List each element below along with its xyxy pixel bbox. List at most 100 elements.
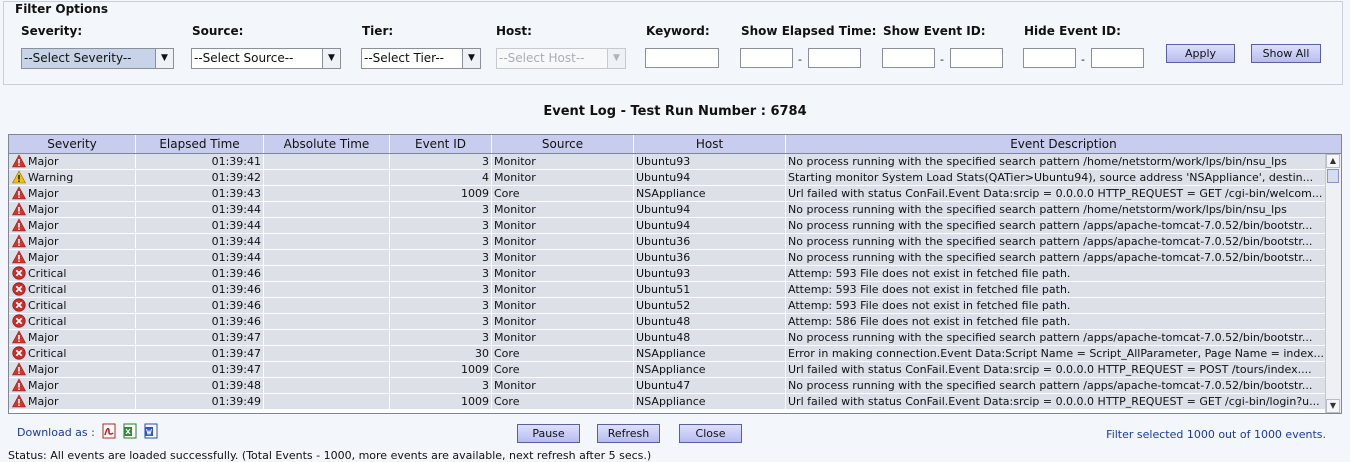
column-header-absolute-time[interactable]: Absolute Time [264,135,390,153]
cell-absolute [264,218,390,234]
table-row[interactable]: Major 01:39:47 3 Monitor Ubuntu48 No process … [9,330,1326,346]
cell-absolute [264,378,390,394]
column-header-host[interactable]: Host [634,135,786,153]
column-header-severity[interactable]: Severity [9,135,136,153]
cell-source: Monitor [494,171,536,184]
severity-text: Major [28,155,59,168]
cell-event-id: 3 [482,299,489,312]
table-row[interactable]: Critical 01:39:46 3 Monitor Ubuntu52 Attemp: … [9,298,1326,314]
cell-severity: Critical [9,298,136,314]
scroll-up-icon[interactable]: ▲ [1326,154,1340,168]
cell-severity: Major [9,154,136,170]
table-row[interactable]: Major 01:39:44 3 Monitor Ubuntu36 No process … [9,234,1326,250]
severity-label: Severity: [21,24,83,38]
major-icon [12,218,26,232]
table-row[interactable]: Major 01:39:48 3 Monitor Ubuntu47 No process … [9,378,1326,394]
cell-elapsed: 01:39:46 [211,315,261,328]
cell-desc: No process running with the specified se… [788,251,1313,264]
cell-severity: Major [9,218,136,234]
cell-source: Monitor [494,235,536,248]
column-divider [135,154,136,413]
cell-severity: Critical [9,314,136,330]
cell-host: NSAppliance [636,363,706,376]
table-row[interactable]: Major 01:39:49 1009 Core NSAppliance Url fail… [9,394,1326,410]
cell-host: Ubuntu94 [636,171,691,184]
table-row[interactable]: Warning 01:39:42 4 Monitor Ubuntu94 Starting … [9,170,1326,186]
cell-severity: Warning [9,170,136,186]
cell-severity: Major [9,234,136,250]
critical-icon [12,346,26,360]
excel-icon[interactable] [123,423,137,439]
table-row[interactable]: Critical 01:39:46 3 Monitor Ubuntu51 Attemp: … [9,282,1326,298]
tier-select[interactable]: --Select Tier-- ▼ [361,48,481,69]
pdf-icon[interactable] [102,423,116,439]
cell-host: Ubuntu47 [636,379,691,392]
refresh-button[interactable]: Refresh [597,424,660,443]
word-icon[interactable] [144,423,158,439]
table-row[interactable]: Major 01:39:47 1009 Core NSAppliance Url fail… [9,362,1326,378]
cell-absolute [264,186,390,202]
table-row[interactable]: Major 01:39:44 3 Monitor Ubuntu94 No process … [9,218,1326,234]
column-header-source[interactable]: Source [492,135,634,153]
major-icon [12,378,26,392]
cell-event-id: 4 [482,171,489,184]
keyword-label: Keyword: [646,24,710,38]
cell-host: Ubuntu93 [636,155,691,168]
cell-source: Core [494,363,520,376]
cell-severity: Major [9,362,136,378]
column-header-event-id[interactable]: Event ID [390,135,492,153]
column-header-event-description[interactable]: Event Description [786,135,1341,153]
host-select[interactable]: --Select Host-- ▼ [496,48,626,69]
cell-source: Monitor [494,331,536,344]
apply-button[interactable]: Apply [1166,44,1235,63]
column-header-elapsed-time[interactable]: Elapsed Time [136,135,264,153]
chevron-down-icon: ▼ [462,49,480,68]
cell-event-id: 3 [482,331,489,344]
hide-event-id-to-input[interactable] [1091,48,1144,68]
scroll-down-icon[interactable]: ▼ [1326,399,1340,413]
show-all-button[interactable]: Show All [1251,44,1321,63]
table-row[interactable]: Critical 01:39:46 3 Monitor Ubuntu93 Attemp: … [9,266,1326,282]
hide-event-id-from-input[interactable] [1023,48,1076,68]
severity-text: Critical [28,315,67,328]
cell-desc: No process running with the specified se… [788,203,1287,216]
table-row[interactable]: Major 01:39:43 1009 Core NSAppliance Url fail… [9,186,1326,202]
range-separator: - [940,53,944,66]
cell-elapsed: 01:39:47 [211,331,261,344]
severity-select[interactable]: --Select Severity-- ▼ [21,48,174,69]
cell-host: Ubuntu51 [636,283,691,296]
cell-absolute [264,250,390,266]
scrollbar-thumb[interactable] [1327,169,1339,183]
close-button[interactable]: Close [679,424,742,443]
event-id-from-input[interactable] [882,48,935,68]
cell-source: Monitor [494,315,536,328]
vertical-scrollbar[interactable]: ▲ ▼ [1325,154,1341,413]
table-row[interactable]: Major 01:39:44 3 Monitor Ubuntu36 No process … [9,250,1326,266]
table-row[interactable]: Critical 01:39:46 3 Monitor Ubuntu48 Attemp: … [9,314,1326,330]
severity-text: Major [28,187,59,200]
cell-host: Ubuntu52 [636,299,691,312]
severity-text: Major [28,331,59,344]
keyword-input[interactable] [645,48,719,68]
major-icon [12,394,26,408]
cell-source: Monitor [494,251,536,264]
column-divider [491,154,492,413]
table-row[interactable]: Major 01:39:44 3 Monitor Ubuntu94 No process … [9,202,1326,218]
severity-text: Critical [28,283,67,296]
elapsed-time-to-input[interactable] [808,48,861,68]
cell-event-id: 3 [482,235,489,248]
pause-button[interactable]: Pause [517,424,580,443]
cell-absolute [264,202,390,218]
cell-elapsed: 01:39:44 [211,203,261,216]
cell-severity: Major [9,330,136,346]
table-row[interactable]: Critical 01:39:47 30 Core NSAppliance Error i… [9,346,1326,362]
cell-absolute [264,282,390,298]
critical-icon [12,282,26,296]
event-id-to-input[interactable] [950,48,1003,68]
cell-absolute [264,170,390,186]
table-row[interactable]: Major 01:39:41 3 Monitor Ubuntu93 No process … [9,154,1326,170]
source-select[interactable]: --Select Source-- ▼ [191,48,341,69]
elapsed-time-from-input[interactable] [740,48,793,68]
cell-severity: Major [9,186,136,202]
cell-absolute [264,330,390,346]
